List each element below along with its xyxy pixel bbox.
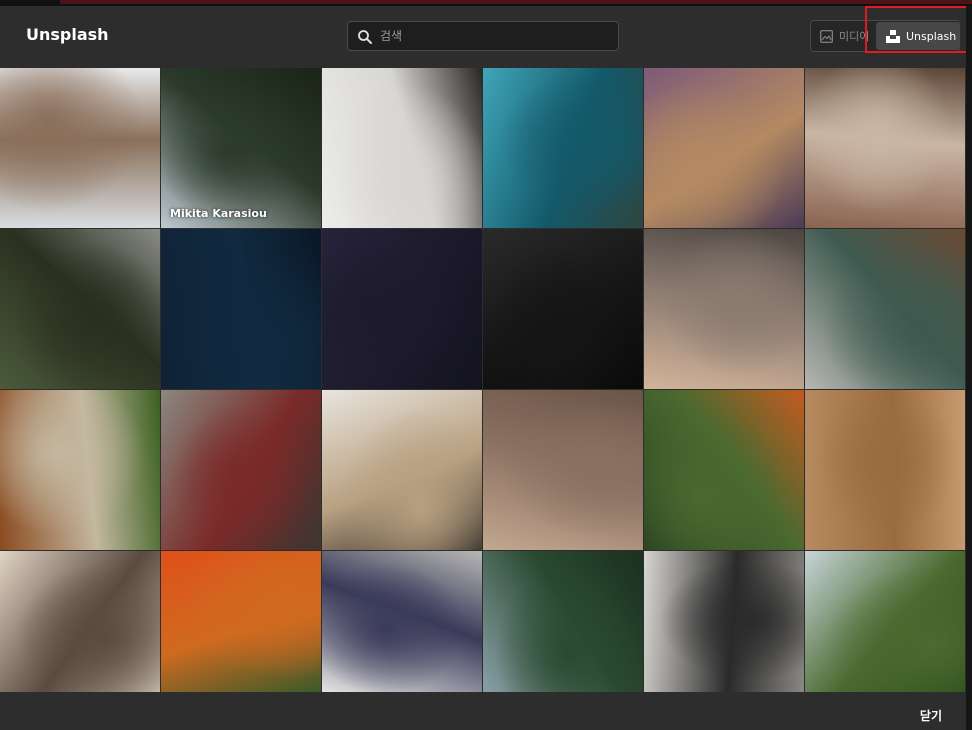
photo-tile-woman-rooftop[interactable] bbox=[322, 390, 482, 550]
photo-grid: Mikita Karasiou bbox=[0, 68, 966, 692]
photo-tile-mountain-forest-river[interactable] bbox=[483, 551, 643, 692]
photo-tile-penguins[interactable] bbox=[805, 68, 965, 228]
tab-media-label: 미디어 bbox=[839, 30, 870, 43]
dialog-footer: 닫기 bbox=[0, 692, 966, 730]
background-app-strip bbox=[60, 0, 972, 4]
search-icon bbox=[358, 30, 372, 44]
photo-tile-night-sky[interactable] bbox=[322, 229, 482, 389]
photo-tile-palm-trees-path[interactable] bbox=[805, 551, 965, 692]
unsplash-dialog: Unsplash 미디어 Unsplash bbox=[0, 6, 966, 730]
dialog-title: Unsplash bbox=[26, 25, 109, 44]
background-window-edge bbox=[966, 6, 972, 730]
photo-tile-woman-sneakers-bridge[interactable] bbox=[0, 551, 160, 692]
photo-tile-keyboard-desk[interactable] bbox=[322, 551, 482, 692]
dialog-header: Unsplash 미디어 Unsplash bbox=[0, 6, 966, 68]
photo-tile-vintage-car-trees[interactable] bbox=[0, 229, 160, 389]
tab-unsplash[interactable]: Unsplash bbox=[876, 22, 959, 50]
unsplash-logo-icon bbox=[886, 29, 900, 43]
photo-tile-salad-bowl[interactable] bbox=[0, 390, 160, 550]
photo-tile-pine-forest-mountain[interactable]: Mikita Karasiou bbox=[161, 68, 321, 228]
image-icon bbox=[820, 29, 833, 43]
photo-tile-underwater-reef[interactable] bbox=[483, 68, 643, 228]
photo-tile-desert-aerial[interactable] bbox=[805, 390, 965, 550]
search-box[interactable] bbox=[347, 21, 619, 51]
photo-tile-woman-in-leaves[interactable] bbox=[644, 390, 804, 550]
tab-media[interactable]: 미디어 bbox=[811, 21, 875, 51]
tab-unsplash-label: Unsplash bbox=[906, 29, 957, 43]
photo-tile-motorcycle-road-sunset[interactable] bbox=[644, 229, 804, 389]
photo-tile-woman-in-hat[interactable] bbox=[805, 229, 965, 389]
photo-tile-purple-texture[interactable] bbox=[644, 68, 804, 228]
photo-tile-motorcycle-engine[interactable] bbox=[483, 229, 643, 389]
photo-tile-laptop-on-desk[interactable] bbox=[0, 68, 160, 228]
photo-tile-red-car-street[interactable] bbox=[161, 390, 321, 550]
photo-tile-jellyfish-dark[interactable] bbox=[161, 229, 321, 389]
photo-tile-church-valley[interactable] bbox=[483, 390, 643, 550]
search-input[interactable] bbox=[380, 25, 610, 47]
photo-tile-photographer-studio[interactable] bbox=[644, 551, 804, 692]
photo-tile-photo-studio-people[interactable] bbox=[322, 68, 482, 228]
source-toggle: 미디어 Unsplash bbox=[810, 20, 960, 52]
close-button[interactable]: 닫기 bbox=[920, 707, 942, 724]
photo-tile-cactus-orange-sky[interactable] bbox=[161, 551, 321, 692]
photo-credit: Mikita Karasiou bbox=[170, 207, 267, 220]
